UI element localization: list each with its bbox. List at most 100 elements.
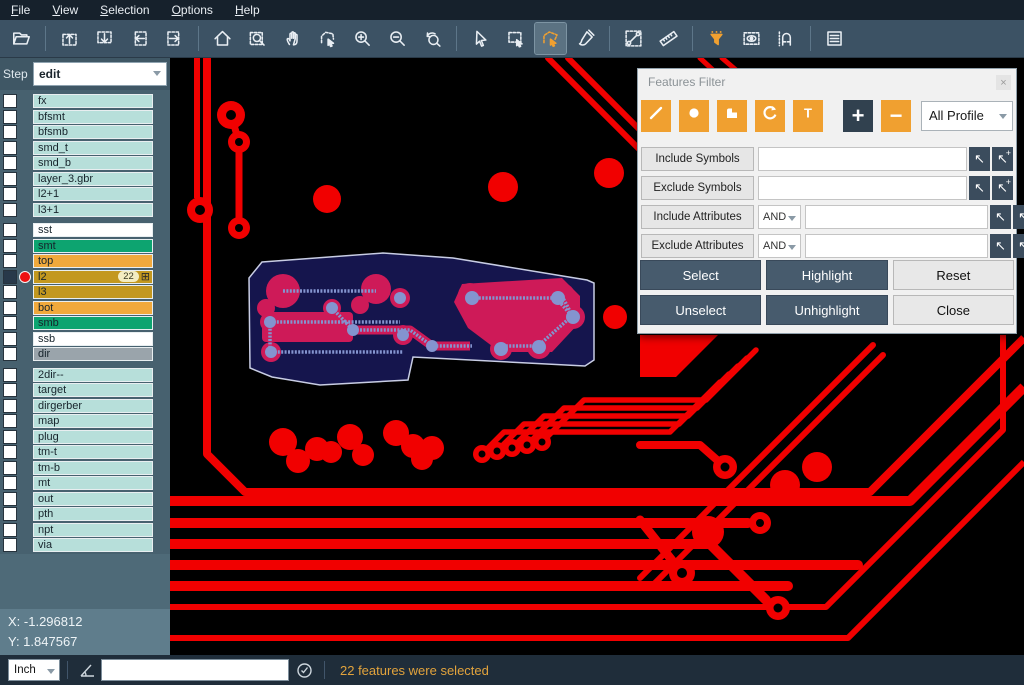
layer-visibility-checkbox[interactable] <box>3 476 17 490</box>
layer-name[interactable]: l2+1 <box>33 187 153 201</box>
open-folder-button[interactable] <box>6 23 37 54</box>
layer-name[interactable]: mt <box>33 476 153 490</box>
layer-row-bot[interactable]: bot <box>0 301 170 316</box>
layer-visibility-checkbox[interactable] <box>3 461 17 475</box>
layer-visibility-checkbox[interactable] <box>3 538 17 552</box>
line-feature-button[interactable] <box>641 100 671 132</box>
layer-row-smd_b[interactable]: smd_b <box>0 156 170 171</box>
home-view-button[interactable] <box>207 23 238 54</box>
view-options-button[interactable] <box>736 23 767 54</box>
layer-row-smb[interactable]: smb <box>0 316 170 331</box>
include-attributes-pick-button[interactable]: ↖ <box>990 205 1011 229</box>
layer-row-sst[interactable]: sst <box>0 223 170 238</box>
layer-row-bfsmb[interactable]: bfsmb <box>0 125 170 140</box>
include-symbols-button[interactable]: Include Symbols <box>641 147 754 171</box>
layer-visibility-checkbox[interactable] <box>3 347 17 361</box>
pad-feature-button[interactable] <box>679 100 709 132</box>
layer-visibility-checkbox[interactable] <box>3 414 17 428</box>
layer-row-npt[interactable]: npt <box>0 523 170 538</box>
layer-name[interactable]: layer_3.gbr <box>33 172 153 186</box>
select-arrow-button[interactable] <box>465 23 496 54</box>
layer-row-l2+1[interactable]: l2+1 <box>0 187 170 202</box>
layer-row-smt[interactable]: smt <box>0 239 170 254</box>
layer-name[interactable]: via <box>33 538 153 552</box>
grid-icon[interactable]: ⊞ <box>141 272 150 282</box>
close-button[interactable]: Close <box>893 295 1014 325</box>
layer-visibility-checkbox[interactable] <box>3 383 17 397</box>
layer-row-dir[interactable]: dir <box>0 347 170 362</box>
include-attributes-button[interactable]: Include Attributes <box>641 205 754 229</box>
highlight-button[interactable]: Highlight <box>766 260 887 290</box>
layer-visibility-checkbox[interactable] <box>3 523 17 537</box>
surface-feature-button[interactable] <box>717 100 747 132</box>
layer-name[interactable]: target <box>33 383 153 397</box>
pan-right-button[interactable] <box>159 23 190 54</box>
layer-visibility-checkbox[interactable] <box>3 301 17 315</box>
measure-distance-button[interactable] <box>618 23 649 54</box>
layer-name[interactable]: smd_t <box>33 141 153 155</box>
layer-name[interactable]: npt <box>33 523 153 537</box>
layer-name[interactable]: tm-t <box>33 445 153 459</box>
layer-visibility-checkbox[interactable] <box>3 430 17 444</box>
layer-name[interactable]: plug <box>33 430 153 444</box>
layer-name[interactable]: smt <box>33 239 153 253</box>
exclude-symbols-pick-button[interactable]: ↖ <box>969 176 990 200</box>
layer-visibility-checkbox[interactable] <box>3 445 17 459</box>
select-rectangle-button[interactable] <box>500 23 531 54</box>
exclude-mode-button[interactable]: − <box>881 100 911 132</box>
layer-row-fx[interactable]: fx <box>0 94 170 109</box>
units-selector[interactable]: Inch <box>8 659 60 681</box>
layer-row-map[interactable]: map <box>0 414 170 429</box>
layer-visibility-checkbox[interactable] <box>3 223 17 237</box>
history-check-icon[interactable] <box>296 662 313 679</box>
layer-row-target[interactable]: target <box>0 383 170 398</box>
layer-visibility-checkbox[interactable] <box>3 94 17 108</box>
layer-visibility-checkbox[interactable] <box>3 332 17 346</box>
layer-row-plug[interactable]: plug <box>0 430 170 445</box>
layer-row-2dir--[interactable]: 2dir-- <box>0 368 170 383</box>
menu-item-file[interactable]: File <box>0 0 41 20</box>
menu-item-options[interactable]: Options <box>161 0 224 20</box>
pan-up-button[interactable] <box>54 23 85 54</box>
zoom-out-button[interactable] <box>382 23 413 54</box>
arc-feature-button[interactable] <box>755 100 785 132</box>
layer-name[interactable]: l3 <box>33 285 153 299</box>
layer-name[interactable]: l222⊞ <box>33 270 153 284</box>
menu-item-selection[interactable]: Selection <box>89 0 160 20</box>
close-icon[interactable]: × <box>996 75 1011 90</box>
layer-name[interactable]: sst <box>33 223 153 237</box>
angle-measure-icon[interactable] <box>79 662 97 678</box>
layer-visibility-checkbox[interactable] <box>3 203 17 217</box>
exclude-attributes-pick-add-button[interactable]: ↖+ <box>1013 234 1024 258</box>
include-mode-button[interactable]: + <box>843 100 873 132</box>
layer-visibility-checkbox[interactable] <box>3 285 17 299</box>
pan-down-button[interactable] <box>89 23 120 54</box>
highlight-brush-button[interactable] <box>570 23 601 54</box>
select-button[interactable]: Select <box>640 260 761 290</box>
layer-row-tm-t[interactable]: tm-t <box>0 445 170 460</box>
zoom-previous-button[interactable] <box>417 23 448 54</box>
zoom-in-button[interactable] <box>347 23 378 54</box>
exclude-symbols-button[interactable]: Exclude Symbols <box>641 176 754 200</box>
layer-name[interactable]: out <box>33 492 153 506</box>
layer-visibility-checkbox[interactable] <box>3 141 17 155</box>
include-attributes-logic-selector[interactable]: AND <box>758 205 801 229</box>
reset-button[interactable]: Reset <box>893 260 1014 290</box>
layer-name[interactable]: l3+1 <box>33 203 153 217</box>
layer-name[interactable]: pth <box>33 507 153 521</box>
layer-name[interactable]: dirgerber <box>33 399 153 413</box>
layer-name[interactable]: fx <box>33 94 153 108</box>
zoom-polygon-button[interactable] <box>312 23 343 54</box>
include-symbols-input[interactable] <box>758 147 967 171</box>
exclude-symbols-pick-add-button[interactable]: ↖+ <box>992 176 1013 200</box>
layer-row-mt[interactable]: mt <box>0 476 170 491</box>
layer-row-layer_3.gbr[interactable]: layer_3.gbr <box>0 172 170 187</box>
layer-visibility-checkbox[interactable] <box>3 254 17 268</box>
step-selector[interactable]: edit <box>33 62 167 86</box>
menu-item-help[interactable]: Help <box>224 0 271 20</box>
layer-visibility-checkbox[interactable] <box>3 156 17 170</box>
layer-row-via[interactable]: via <box>0 538 170 553</box>
exclude-attributes-input[interactable] <box>805 234 988 258</box>
layer-visibility-checkbox[interactable] <box>3 368 17 382</box>
layer-visibility-checkbox[interactable] <box>3 125 17 139</box>
